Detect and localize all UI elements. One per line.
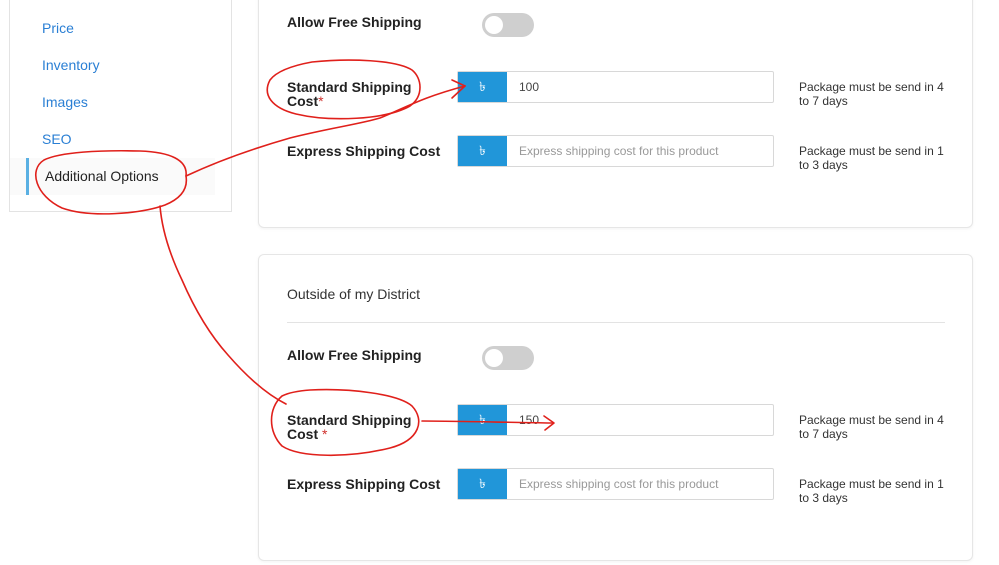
sidebar-item-price[interactable]: Price <box>10 10 215 47</box>
standard-shipping-cost-input[interactable] <box>507 405 773 435</box>
free-shipping-toggle[interactable] <box>482 346 534 370</box>
required-mark: * <box>322 426 328 442</box>
toggle-knob <box>485 349 503 367</box>
required-mark: * <box>318 93 324 109</box>
express-shipping-cost-input[interactable] <box>507 469 773 499</box>
sidebar-nav: Price Inventory Images SEO Additional Op… <box>9 0 232 212</box>
taka-currency-icon: ৳ <box>458 469 507 499</box>
outside-district-card: Outside of my District Allow Free Shippi… <box>258 254 973 561</box>
express-shipping-cost-input[interactable] <box>507 136 773 166</box>
standard-shipping-label: Standard Shipping Cost * <box>287 413 417 441</box>
sidebar-item-additional-options[interactable]: Additional Options <box>10 158 215 195</box>
standard-shipping-label-line2: Cost <box>287 426 319 442</box>
divider <box>287 322 945 323</box>
sidebar-item-seo[interactable]: SEO <box>10 121 215 158</box>
express-shipping-label: Express Shipping Cost <box>287 143 441 159</box>
express-shipping-cost-group: ৳ <box>457 135 774 167</box>
inside-district-card: Allow Free Shipping Standard Shipping Co… <box>258 0 973 228</box>
standard-shipping-label-line2: Cost <box>287 93 319 109</box>
standard-shipping-cost-group: ৳ <box>457 404 774 436</box>
taka-currency-icon: ৳ <box>458 72 507 102</box>
free-shipping-toggle[interactable] <box>482 13 534 37</box>
toggle-knob <box>485 16 503 34</box>
express-shipping-label: Express Shipping Cost <box>287 476 441 492</box>
express-shipping-hint: Package must be send in 1 to 3 days <box>799 477 944 505</box>
express-shipping-hint: Package must be send in 1 to 3 days <box>799 144 944 172</box>
allow-free-shipping-label: Allow Free Shipping <box>287 14 422 30</box>
sidebar-item-images[interactable]: Images <box>10 84 215 121</box>
express-shipping-cost-group: ৳ <box>457 468 774 500</box>
section-title: Outside of my District <box>287 286 421 302</box>
standard-shipping-cost-input[interactable] <box>507 72 773 102</box>
standard-shipping-cost-group: ৳ <box>457 71 774 103</box>
standard-shipping-hint: Package must be send in 4 to 7 days <box>799 413 944 441</box>
allow-free-shipping-label: Allow Free Shipping <box>287 347 422 363</box>
taka-currency-icon: ৳ <box>458 405 507 435</box>
standard-shipping-hint: Package must be send in 4 to 7 days <box>799 80 944 108</box>
sidebar-item-inventory[interactable]: Inventory <box>10 47 215 84</box>
taka-currency-icon: ৳ <box>458 136 507 166</box>
standard-shipping-label: Standard Shipping Cost* <box>287 80 417 108</box>
